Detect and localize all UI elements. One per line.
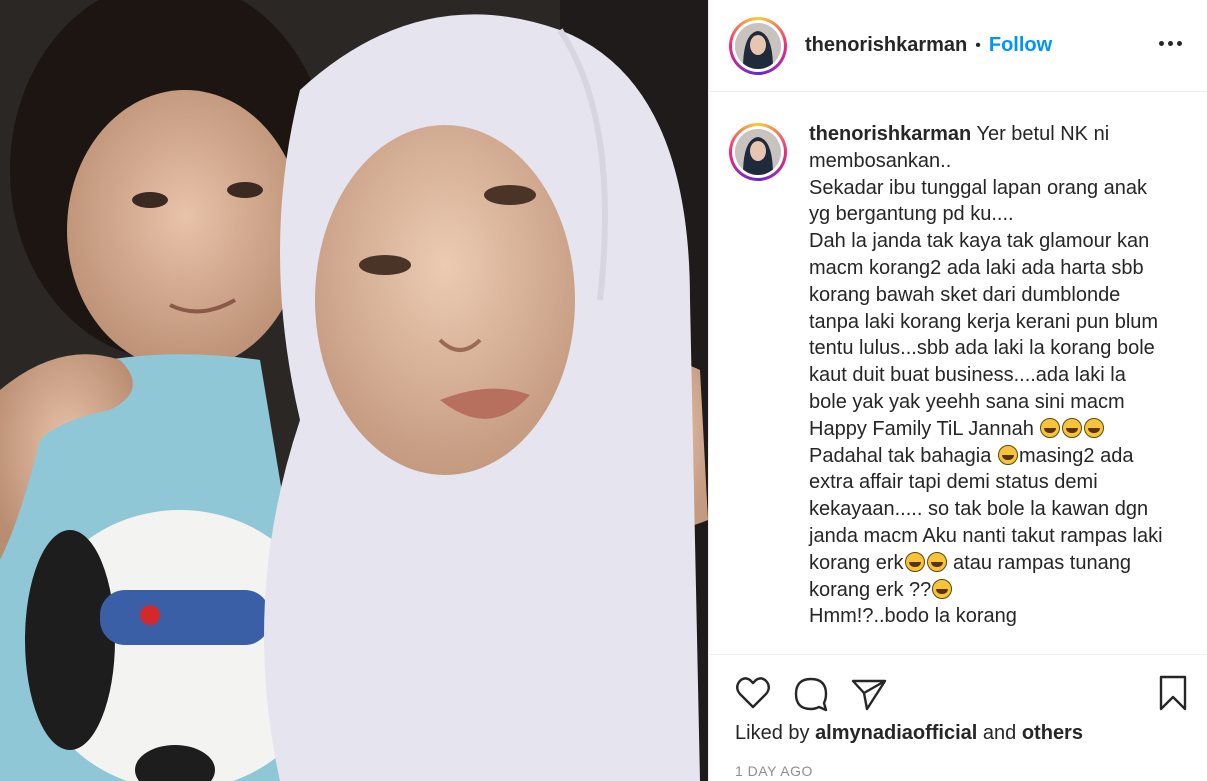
avatar[interactable] [729,16,787,75]
rolling-on-floor-laughing-emoji [904,551,925,572]
follow-button[interactable]: Follow [989,34,1052,57]
more-dot [1176,40,1182,46]
rolling-on-floor-laughing-emoji [1084,417,1105,438]
comments-section[interactable]: thenorishkarman Yer betul NK ni membosan… [709,93,1207,653]
post-details-panel: thenorishkarman • Follow thenorishkarman… [708,0,1207,781]
separator-dot: • [975,36,981,54]
caption-username[interactable]: thenorishkarman [809,123,971,145]
avatar-border [732,126,784,178]
avatar-portrait-icon [735,22,781,69]
more-dot [1158,40,1164,46]
bookmark-icon[interactable] [1153,673,1193,713]
more-options-icon[interactable] [1155,28,1185,58]
likes-prefix: Liked by [735,722,810,744]
share-icon[interactable] [849,673,889,713]
action-bar [709,654,1207,731]
comment-icon[interactable] [791,673,831,713]
avatar-image [735,22,781,69]
avatar-border [732,19,784,72]
rolling-on-floor-laughing-emoji [1040,417,1061,438]
caption-part: Yer betul NK ni membosankan.. Sekadar ib… [809,123,1159,440]
post-timestamp[interactable]: 1 DAY AGO [735,763,813,779]
post-header: thenorishkarman • Follow [709,0,1207,92]
likes-others-link[interactable]: others [1022,722,1083,744]
rolling-on-floor-laughing-emoji [932,578,953,599]
post-username[interactable]: thenorishkarman [805,34,967,57]
rolling-on-floor-laughing-emoji [1062,417,1083,438]
caption-part: Padahal tak bahagia [809,444,992,467]
avatar-portrait-icon [735,129,781,175]
avatar-image [735,129,781,175]
likes-summary: Liked by almynadiaofficial and others [735,722,1083,745]
post-photo-illustration [0,0,708,781]
caption-part: Hmm!?..bodo la korang [809,605,1017,628]
post-photo[interactable] [0,0,708,781]
rolling-on-floor-laughing-emoji [926,551,947,572]
rolling-on-floor-laughing-emoji [997,444,1018,465]
caption: thenorishkarman Yer betul NK ni membosan… [729,121,1187,630]
likes-middle: and [982,722,1017,744]
heart-icon[interactable] [733,673,773,713]
caption-avatar[interactable] [729,123,787,181]
caption-text: thenorishkarman Yer betul NK ni membosan… [809,121,1169,630]
more-dot [1167,40,1173,46]
liked-by-user-link[interactable]: almynadiaofficial [815,722,977,744]
